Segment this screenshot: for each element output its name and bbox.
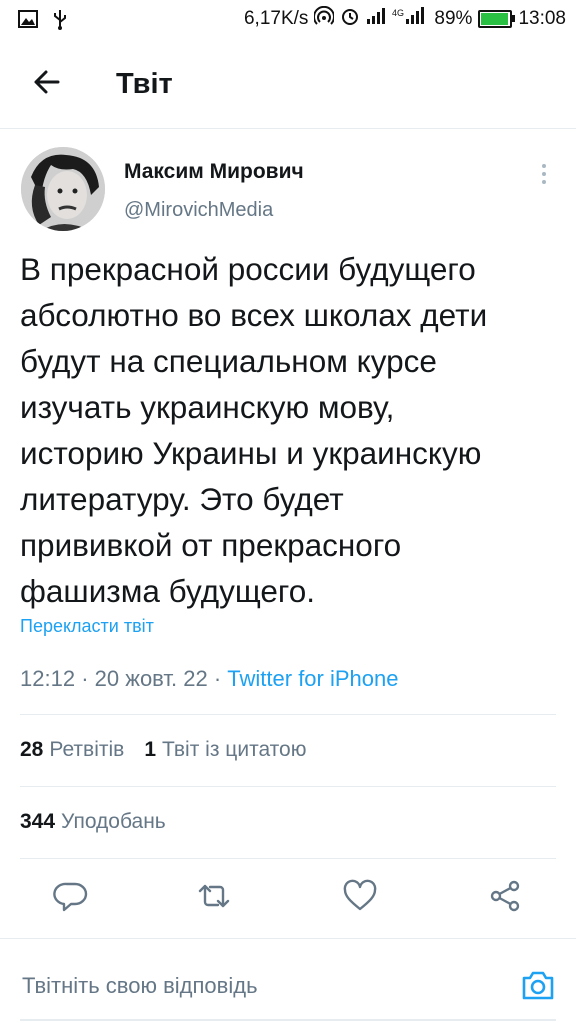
like-stats: 344 Уподобань xyxy=(20,810,166,834)
battery-percent: 89% xyxy=(434,8,473,29)
image-icon xyxy=(18,10,38,33)
network-speed: 6,17K/s xyxy=(243,8,309,29)
status-right: 6,17K/s 4G 89% 13:08 xyxy=(243,5,566,32)
reply-underline xyxy=(20,1019,556,1021)
reply-input[interactable] xyxy=(22,973,462,999)
status-left xyxy=(18,8,68,35)
likes-label: Уподобань xyxy=(61,810,166,833)
like-button[interactable] xyxy=(342,878,378,914)
status-bar: 6,17K/s 4G 89% 13:08 xyxy=(0,0,576,40)
reply-button[interactable] xyxy=(53,878,89,914)
retweet-icon xyxy=(198,884,230,908)
meta-separator: · xyxy=(81,666,89,691)
arrow-left-icon xyxy=(34,70,60,94)
author-handle[interactable]: @MirovichMedia xyxy=(124,199,273,222)
signal-4g-icon: 4G xyxy=(392,6,428,32)
more-vertical-icon xyxy=(542,164,546,184)
likes-count: 344 xyxy=(20,810,56,833)
retweets-count: 28 xyxy=(20,738,44,761)
tweet-source-link[interactable]: Twitter for iPhone xyxy=(227,666,398,691)
svg-text:4G: 4G xyxy=(392,8,404,18)
battery-icon xyxy=(478,10,516,28)
meta-separator: · xyxy=(213,666,222,691)
divider xyxy=(20,786,556,787)
signal-icon xyxy=(366,7,386,31)
quotes-link[interactable]: 1 Твіт із цитатою xyxy=(144,738,306,762)
battery-level xyxy=(481,13,509,25)
back-button[interactable] xyxy=(28,62,68,102)
usb-icon xyxy=(52,8,68,35)
hotspot-icon xyxy=(313,5,336,32)
quotes-count: 1 xyxy=(144,738,156,761)
share-button[interactable] xyxy=(487,878,523,914)
page-title: Твіт xyxy=(116,68,173,100)
retweet-stats: 28 Ретвітів 1 Твіт із цитатою xyxy=(20,738,306,762)
tweet-actions xyxy=(0,860,576,930)
tweet-text: В прекрасной россии будущего абсолютно в… xyxy=(20,251,488,609)
divider xyxy=(20,858,556,859)
quotes-label: Твіт із цитатою xyxy=(162,738,307,761)
like-icon xyxy=(343,879,377,911)
alarm-icon xyxy=(340,6,360,32)
camera-button[interactable] xyxy=(520,967,556,1003)
share-icon xyxy=(490,880,520,912)
divider xyxy=(20,714,556,715)
clock: 13:08 xyxy=(518,8,566,29)
translate-tweet-link[interactable]: Перекласти твіт xyxy=(20,616,154,637)
avatar[interactable] xyxy=(21,147,105,231)
top-bar: Твіт xyxy=(0,40,576,129)
camera-icon xyxy=(522,971,554,1000)
retweets-label: Ретвітів xyxy=(49,738,125,761)
more-options-button[interactable] xyxy=(532,160,556,190)
reply-bar xyxy=(0,938,576,1025)
tweet-meta: 12:12 · 20 жовт. 22 · Twitter for iPhone xyxy=(20,666,398,692)
author-name[interactable]: Максим Мирович xyxy=(124,160,304,184)
likes-link[interactable]: 344 Уподобань xyxy=(20,810,166,834)
retweets-link[interactable]: 28 Ретвітів xyxy=(20,738,124,762)
reply-icon xyxy=(53,882,88,912)
retweet-button[interactable] xyxy=(196,878,232,914)
tweet-date: 20 жовт. 22 xyxy=(94,666,208,691)
tweet-time: 12:12 xyxy=(20,666,76,691)
